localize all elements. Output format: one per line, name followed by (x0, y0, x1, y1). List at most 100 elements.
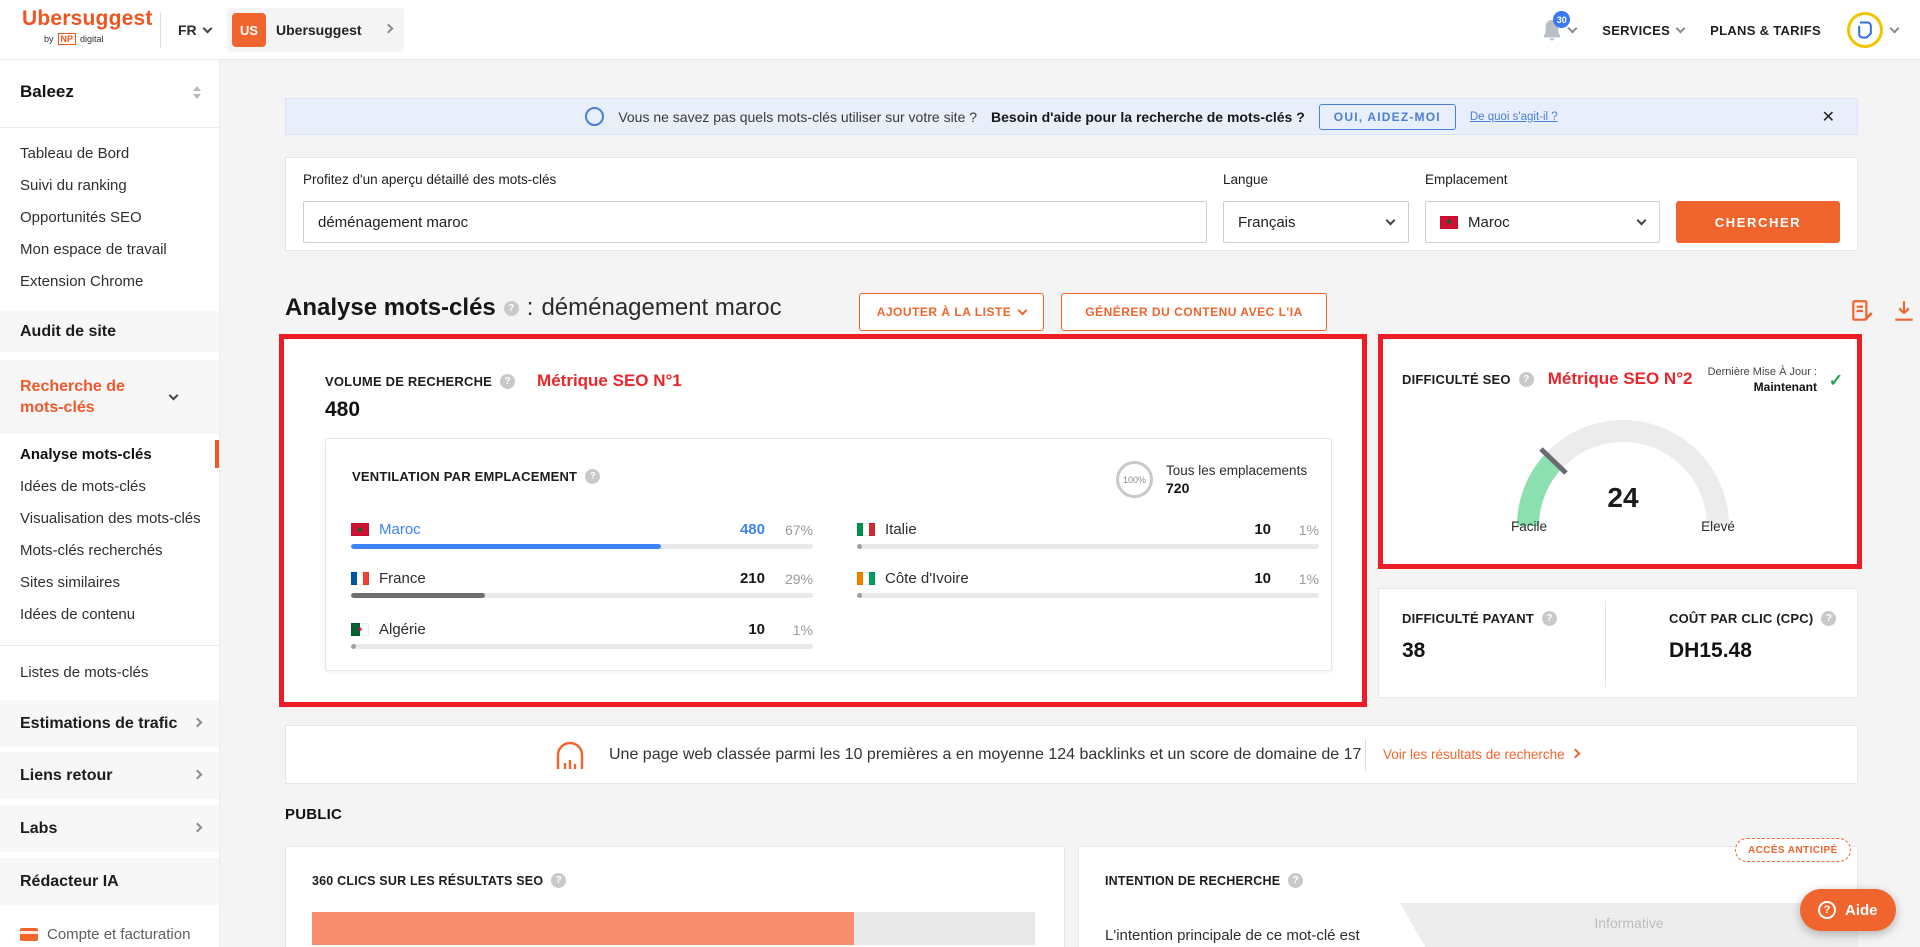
notifications-button[interactable]: 30 (1541, 18, 1576, 42)
search-volume-card: VOLUME DE RECHERCHE Métrique SEO N°1 480… (279, 334, 1367, 707)
sidebar-item-rank-tracking[interactable]: Suivi du ranking (0, 169, 219, 201)
sidebar-item-keywords-searched[interactable]: Mots-clés recherchés (0, 534, 219, 566)
volume-bar (351, 593, 813, 598)
divider (1365, 739, 1366, 771)
early-access-badge: ACCÈS ANTICIPÉ (1735, 838, 1851, 862)
help-icon[interactable] (1821, 611, 1836, 626)
help-icon[interactable] (1542, 611, 1557, 626)
sidebar-item-keyword-overview[interactable]: Analyse mots-clés (0, 438, 219, 470)
location-select[interactable]: Maroc (1425, 201, 1660, 243)
sidebar-item-chrome-extension[interactable]: Extension Chrome (0, 265, 219, 297)
location-row-morocco: Maroc 480 67% (351, 521, 813, 549)
workspace-switcher[interactable]: Baleez (0, 74, 219, 110)
seo-clicks-bar (312, 912, 1035, 945)
location-row-algeria: Algérie 10 1% (351, 621, 813, 649)
flag-france-icon (351, 572, 369, 585)
logo-by: by (44, 34, 54, 44)
chevron-right-icon (193, 822, 203, 832)
seo-clicks-card: 360 CLICS SUR LES RÉSULTATS SEO (285, 846, 1065, 947)
sidebar-item-similar-sites[interactable]: Sites similaires (0, 566, 219, 598)
sidebar-section-backlinks[interactable]: Liens retour (0, 752, 219, 799)
logo-digital: digital (80, 34, 104, 44)
backlinks-summary: Une page web classée parmi les 10 premiè… (609, 726, 1361, 783)
cpc-header: COÛT PAR CLIC (CPC) (1669, 611, 1813, 626)
nav-plans-tarifs[interactable]: PLANS & TARIFS (1710, 23, 1821, 38)
volume-value: 480 (325, 398, 360, 422)
close-icon[interactable]: ✕ (1822, 107, 1835, 127)
user-avatar[interactable] (1847, 12, 1883, 48)
ubersuggest-logo[interactable]: Ubersuggest by NP digital (22, 7, 153, 45)
flag-italy-icon (857, 523, 875, 536)
location-label: Emplacement (1425, 172, 1508, 187)
annotation-metric-2: Métrique SEO N°2 (1548, 369, 1693, 389)
sidebar: Baleez Tableau de Bord Suivi du ranking … (0, 60, 220, 947)
help-icon[interactable] (551, 873, 566, 888)
seo-difficulty-header: DIFFICULTÉ SEO (1402, 372, 1511, 387)
intent-funnel-segment: Informative (1400, 903, 1858, 947)
language-switcher[interactable]: FR (178, 0, 211, 60)
sidebar-item-account-billing[interactable]: Compte et facturation (20, 926, 190, 943)
add-to-list-button[interactable]: AJOUTER À LA LISTE (859, 293, 1044, 331)
location-row-italy: Italie 10 1% (857, 521, 1319, 549)
title-colon: : (527, 294, 534, 322)
public-section-title: PUBLIC (285, 806, 342, 823)
np-digital-logo: NP (58, 33, 77, 45)
sidebar-item-keyword-visualization[interactable]: Visualisation des mots-clés (0, 502, 219, 534)
sidebar-section-labs[interactable]: Labs (0, 805, 219, 852)
what-is-this-link[interactable]: De quoi s'agit-il ? (1470, 111, 1558, 123)
sidebar-section-traffic-estimation[interactable]: Estimations de trafic (0, 700, 219, 747)
sidebar-item-keyword-ideas[interactable]: Idées de mots-clés (0, 470, 219, 502)
search-button[interactable]: CHERCHER (1676, 201, 1840, 243)
language-select[interactable]: Français (1223, 201, 1409, 243)
paid-difficulty-header: DIFFICULTÉ PAYANT (1402, 611, 1534, 626)
seo-clicks-header: 360 CLICS SUR LES RÉSULTATS SEO (312, 874, 543, 888)
header-divider (160, 12, 161, 48)
flag-ivory-coast-icon (857, 572, 875, 585)
sidebar-item-dashboard[interactable]: Tableau de Bord (0, 137, 219, 169)
last-updated: Dernière Mise À Jour : Maintenant (1708, 365, 1817, 396)
help-icon[interactable] (585, 469, 600, 484)
billing-card-icon (20, 928, 38, 942)
question-circle-icon (585, 107, 604, 126)
project-selector[interactable]: US Ubersuggest (227, 8, 404, 52)
sidebar-item-content-ideas[interactable]: Idées de contenu (0, 598, 219, 630)
generate-ai-content-button[interactable]: GÉNÉRER DU CONTENU AVEC L'IA (1061, 293, 1327, 331)
download-icon[interactable] (1891, 298, 1917, 324)
sidebar-item-keyword-lists[interactable]: Listes de mots-clés (0, 656, 219, 688)
location-link[interactable]: Maroc (379, 521, 709, 538)
sidebar-divider (0, 645, 219, 646)
sidebar-item-workspace[interactable]: Mon espace de travail (0, 233, 219, 265)
keyword-help-banner: Vous ne savez pas quels mots-clés utilis… (285, 98, 1858, 135)
help-icon[interactable] (1288, 873, 1303, 888)
nav-services[interactable]: SERVICES (1602, 23, 1684, 38)
annotation-metric-1: Métrique SEO N°1 (537, 371, 682, 391)
sidebar-section-keyword-research[interactable]: Recherche de mots-clés (0, 360, 219, 434)
app: Ubersuggest by NP digital FR US Ubersugg… (0, 0, 1920, 947)
sidebar-item-seo-opportunities[interactable]: Opportunités SEO (0, 201, 219, 233)
breakdown-header: VENTILATION PAR EMPLACEMENT (352, 469, 577, 484)
seo-difficulty-card: DIFFICULTÉ SEO Métrique SEO N°2 Dernière… (1378, 334, 1862, 569)
all-locations-total: 100% Tous les emplacements 720 (1116, 461, 1307, 498)
card-divider (1605, 601, 1606, 687)
search-intent-card: INTENTION DE RECHERCHE L'intention princ… (1078, 846, 1858, 947)
help-icon[interactable] (1519, 372, 1534, 387)
edit-report-icon[interactable] (1849, 298, 1875, 324)
volume-header: VOLUME DE RECHERCHE (325, 374, 492, 389)
help-icon[interactable] (504, 301, 519, 316)
help-icon[interactable] (500, 374, 515, 389)
search-intent-header: INTENTION DE RECHERCHE (1105, 874, 1280, 888)
backlinks-chart-icon (554, 739, 586, 771)
chevron-right-icon (193, 769, 203, 779)
chevron-down-icon (1018, 306, 1028, 316)
keyword-input[interactable] (303, 201, 1207, 243)
seo-difficulty-score: 24 (1607, 482, 1639, 513)
view-serp-results-link[interactable]: Voir les résultats de recherche (1383, 726, 1579, 783)
sidebar-section-site-audit[interactable]: Audit de site (0, 311, 219, 352)
keyword-search-form: Profitez d'un aperçu détaillé des mots-c… (285, 157, 1858, 251)
chevron-down-icon (202, 24, 212, 34)
chevron-right-icon (384, 24, 394, 34)
help-button[interactable]: ? Aide (1800, 889, 1896, 931)
total-percent-ring: 100% (1116, 461, 1153, 498)
yes-help-me-button[interactable]: OUI, AIDEZ-MOI (1319, 104, 1456, 130)
sidebar-section-ai-writer[interactable]: Rédacteur IA (0, 858, 219, 905)
